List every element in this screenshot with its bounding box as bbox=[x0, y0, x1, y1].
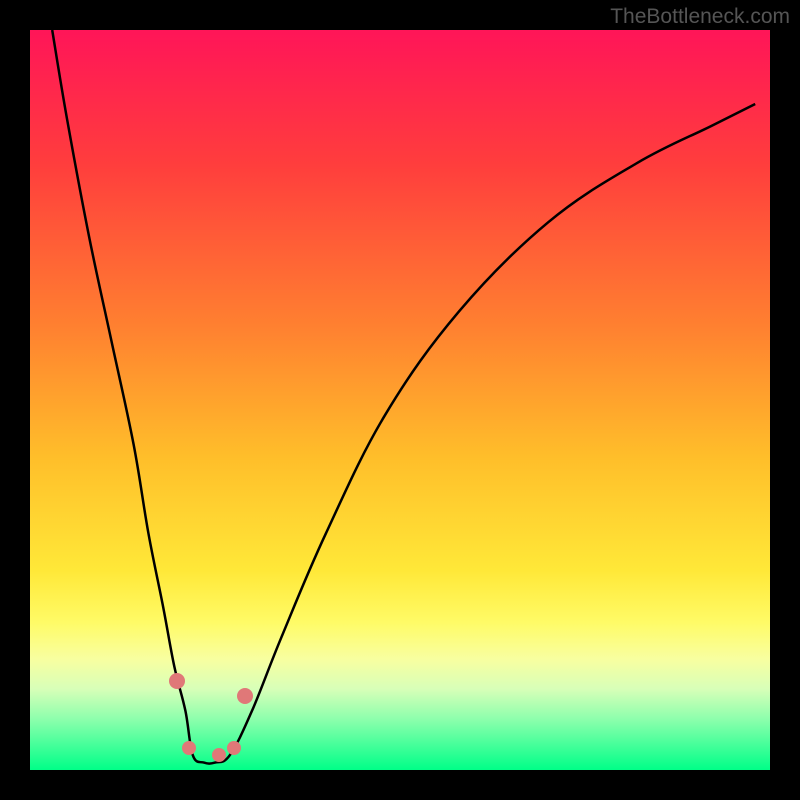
data-marker bbox=[227, 741, 241, 755]
data-marker bbox=[212, 748, 226, 762]
data-markers bbox=[30, 30, 770, 770]
chart-container bbox=[30, 30, 770, 770]
data-marker bbox=[169, 673, 185, 689]
watermark-text: TheBottleneck.com bbox=[610, 5, 790, 29]
data-marker bbox=[182, 741, 196, 755]
data-marker bbox=[237, 688, 253, 704]
